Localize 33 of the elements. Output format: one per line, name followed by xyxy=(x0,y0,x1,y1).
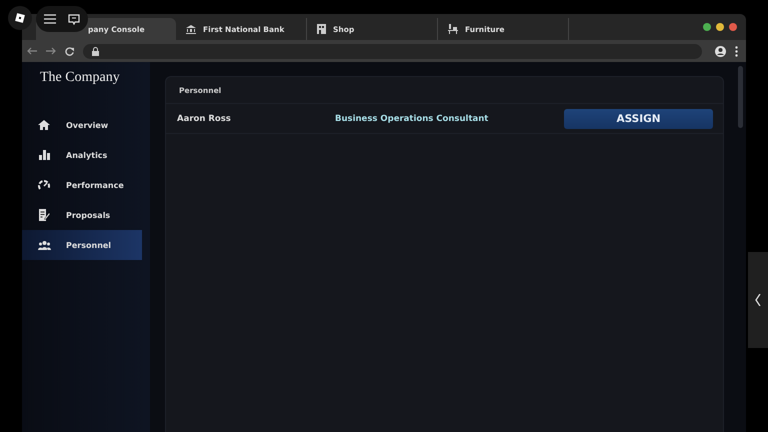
account-icon[interactable] xyxy=(715,46,726,56)
bank-icon xyxy=(186,24,196,34)
desk-icon xyxy=(448,24,458,34)
document-edit-icon xyxy=(38,209,50,221)
nav-item[interactable]: Performance xyxy=(22,170,142,200)
side-panel-handle[interactable] xyxy=(748,252,768,348)
minimize-button[interactable] xyxy=(716,23,724,31)
chat-icon[interactable] xyxy=(68,14,80,24)
home-icon xyxy=(38,120,50,130)
company-title: The Company xyxy=(39,70,121,87)
assign-button[interactable]: ASSIGN xyxy=(564,108,713,128)
bar-chart-icon xyxy=(38,150,50,160)
scrollbar-thumb[interactable] xyxy=(738,66,743,128)
nav-item[interactable]: Proposals xyxy=(22,200,142,230)
chevron-left-icon xyxy=(755,294,761,306)
reload-icon[interactable] xyxy=(65,46,74,56)
nav-item[interactable]: Analytics xyxy=(22,140,142,170)
nav-item[interactable]: Overview xyxy=(22,110,142,140)
close-button[interactable] xyxy=(729,23,737,31)
building-icon xyxy=(317,24,326,34)
back-icon[interactable] xyxy=(27,47,37,55)
lock-icon xyxy=(92,46,99,56)
app-logo-icon[interactable] xyxy=(8,6,32,30)
forward-icon[interactable] xyxy=(46,47,56,55)
address-field[interactable] xyxy=(83,44,702,58)
employee-name: Aaron Ross xyxy=(177,114,232,124)
nav-item[interactable]: Personnel xyxy=(22,230,142,260)
maximize-button[interactable] xyxy=(703,23,711,31)
people-icon xyxy=(38,240,50,250)
gauge-icon xyxy=(38,180,50,190)
employee-role: Business Operations Consultant xyxy=(335,114,490,124)
more-icon[interactable] xyxy=(735,46,738,56)
menu-icon[interactable] xyxy=(44,14,56,24)
